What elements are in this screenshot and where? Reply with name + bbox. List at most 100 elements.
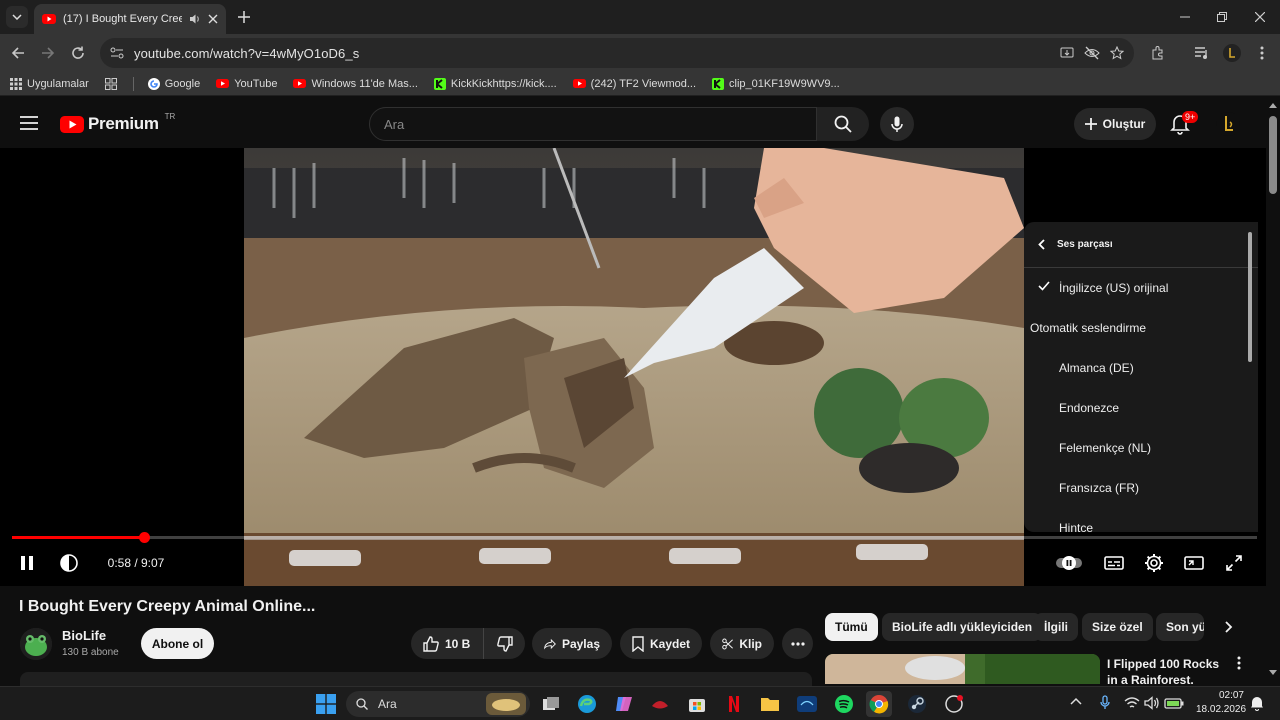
profile-avatar[interactable]	[1220, 41, 1244, 65]
bookmark-tf2[interactable]: (242) TF2 Viewmod...	[572, 78, 696, 90]
close-tab-icon[interactable]	[208, 14, 218, 24]
miniplayer-button[interactable]	[1181, 550, 1207, 576]
eye-off-icon[interactable]	[1084, 46, 1100, 60]
voice-search-button[interactable]	[880, 107, 914, 141]
taskbar-store[interactable]	[684, 691, 710, 717]
more-actions-button[interactable]	[782, 628, 813, 659]
tab-groups-button[interactable]	[104, 77, 117, 90]
progress-scrubber[interactable]	[138, 532, 150, 543]
recommendation-menu-button[interactable]	[1237, 656, 1241, 670]
chip-related[interactable]: İlgili	[1034, 613, 1078, 641]
save-button[interactable]: Kaydet	[620, 628, 702, 659]
chip-from-uploader[interactable]: BioLife adlı yükleyiciden	[882, 613, 1043, 641]
guide-menu-button[interactable]	[20, 116, 38, 130]
page-scrollbar[interactable]	[1266, 100, 1280, 686]
channel-avatar[interactable]	[20, 628, 52, 660]
reload-button[interactable]	[66, 41, 90, 65]
bookmark-apps[interactable]: Uygulamalar	[10, 77, 89, 90]
dislike-button[interactable]	[483, 628, 525, 659]
speaker-icon[interactable]	[189, 13, 201, 25]
bookmark-kick[interactable]: KickKickhttps://kick....	[433, 77, 557, 90]
recommendation-title[interactable]: I Flipped 100 Rocks in a Rainforest, Her…	[1107, 656, 1227, 684]
audio-track-item[interactable]: Almanca (DE)	[1024, 348, 1258, 388]
subtitles-button[interactable]	[1101, 550, 1127, 576]
share-button[interactable]: Paylaş	[532, 628, 612, 659]
tray-volume[interactable]	[1144, 696, 1160, 710]
taskbar-chrome[interactable]	[866, 691, 892, 717]
site-settings-icon[interactable]	[110, 47, 124, 59]
audio-track-item[interactable]: Endonezce	[1024, 388, 1258, 428]
back-button[interactable]	[6, 41, 30, 65]
address-bar[interactable]: youtube.com/watch?v=4wMyO1oD6_s	[100, 38, 1134, 68]
tab-search-button[interactable]	[6, 6, 28, 28]
tray-network[interactable]	[1124, 696, 1140, 710]
autoplay-toggle[interactable]	[1056, 550, 1082, 576]
taskbar-clock[interactable]: 02:07 18.02.2026	[1196, 689, 1246, 717]
chip-recent[interactable]: Son yü	[1156, 613, 1204, 641]
restore-button[interactable]	[1209, 6, 1235, 28]
youtube-masthead: Premium TR Ara Oluştur 9+	[0, 100, 1266, 148]
chips-next-button[interactable]	[1218, 617, 1238, 637]
bookmark-star-icon[interactable]	[1110, 46, 1124, 60]
recommendation-thumbnail[interactable]	[825, 654, 1100, 684]
audio-track-item[interactable]: Fransızca (FR)	[1024, 468, 1258, 508]
search-button[interactable]	[817, 107, 869, 141]
taskbar-steam[interactable]	[904, 691, 930, 717]
bookmark-youtube[interactable]: YouTube	[216, 78, 277, 90]
chrome-menu-button[interactable]	[1250, 41, 1274, 65]
chip-label: BioLife adlı yükleyiciden	[892, 620, 1033, 634]
audio-menu-header[interactable]: Ses parçası	[1024, 222, 1258, 268]
tray-overflow-button[interactable]	[1070, 697, 1082, 705]
notifications-button[interactable]: 9+	[1170, 111, 1199, 135]
search-input[interactable]: Ara	[369, 107, 817, 141]
miniplayer-icon	[1184, 556, 1204, 570]
fullscreen-button[interactable]	[1221, 550, 1247, 576]
chip-for-you[interactable]: Size özel	[1082, 613, 1153, 641]
account-avatar[interactable]	[1216, 112, 1240, 136]
bookmark-windows11[interactable]: Windows 11'de Mas...	[293, 78, 418, 90]
chip-all[interactable]: Tümü	[825, 613, 878, 641]
create-button[interactable]: Oluştur	[1074, 108, 1156, 140]
taskbar-spotify[interactable]	[831, 691, 857, 717]
install-app-icon[interactable]	[1060, 46, 1074, 60]
close-window-button[interactable]	[1247, 6, 1273, 28]
mute-button[interactable]	[56, 550, 82, 576]
taskbar-disney[interactable]	[794, 691, 820, 717]
extensions-button[interactable]	[1146, 41, 1170, 65]
taskbar-task-view[interactable]	[538, 691, 564, 717]
bookmark-google[interactable]: Google	[147, 77, 200, 90]
pause-button[interactable]	[14, 550, 40, 576]
menu-scrollbar[interactable]	[1248, 232, 1252, 362]
taskbar-copilot[interactable]	[611, 691, 637, 717]
description-box[interactable]	[20, 672, 812, 686]
browser-tab-active[interactable]: (17) I Bought Every Creepy	[34, 4, 226, 34]
forward-button[interactable]	[36, 41, 60, 65]
audio-track-item[interactable]: Felemenkçe (NL)	[1024, 428, 1258, 468]
notification-center-button[interactable]	[1250, 695, 1264, 711]
tray-battery[interactable]	[1164, 696, 1184, 710]
channel-name[interactable]: BioLife	[62, 628, 106, 643]
taskbar-file-explorer[interactable]	[757, 691, 783, 717]
audio-track-original[interactable]: İngilizce (US) orijinal	[1024, 268, 1258, 308]
bookmark-clip[interactable]: clip_01KF19W9WV9...	[712, 77, 840, 90]
minimize-button[interactable]	[1172, 6, 1198, 28]
progress-bar[interactable]	[12, 532, 1257, 543]
taskbar-edge[interactable]	[574, 691, 600, 717]
tray-microphone[interactable]	[1100, 695, 1110, 711]
settings-button[interactable]	[1141, 550, 1167, 576]
taskbar-app-extra[interactable]	[941, 691, 967, 717]
taskbar-search[interactable]: Ara	[346, 691, 530, 717]
audio-track-item[interactable]: Hintçe	[1024, 508, 1258, 532]
media-control-button[interactable]	[1190, 41, 1214, 65]
taskbar-netflix[interactable]	[721, 691, 747, 717]
start-button[interactable]	[313, 691, 339, 717]
youtube-premium-logo[interactable]: Premium TR	[60, 112, 175, 134]
clip-button[interactable]: Klip	[710, 628, 774, 659]
new-tab-button[interactable]	[234, 7, 254, 27]
subscribe-button[interactable]: Abone ol	[141, 628, 214, 659]
taskbar-app-red[interactable]	[647, 691, 673, 717]
auto-dubbing-section-title: Otomatik seslendirme	[1024, 308, 1258, 348]
video-frame[interactable]	[244, 148, 1024, 586]
like-button[interactable]: 10 B	[411, 628, 483, 659]
video-player[interactable]: Ses parçası İngilizce (US) orijinal Otom…	[0, 148, 1266, 586]
